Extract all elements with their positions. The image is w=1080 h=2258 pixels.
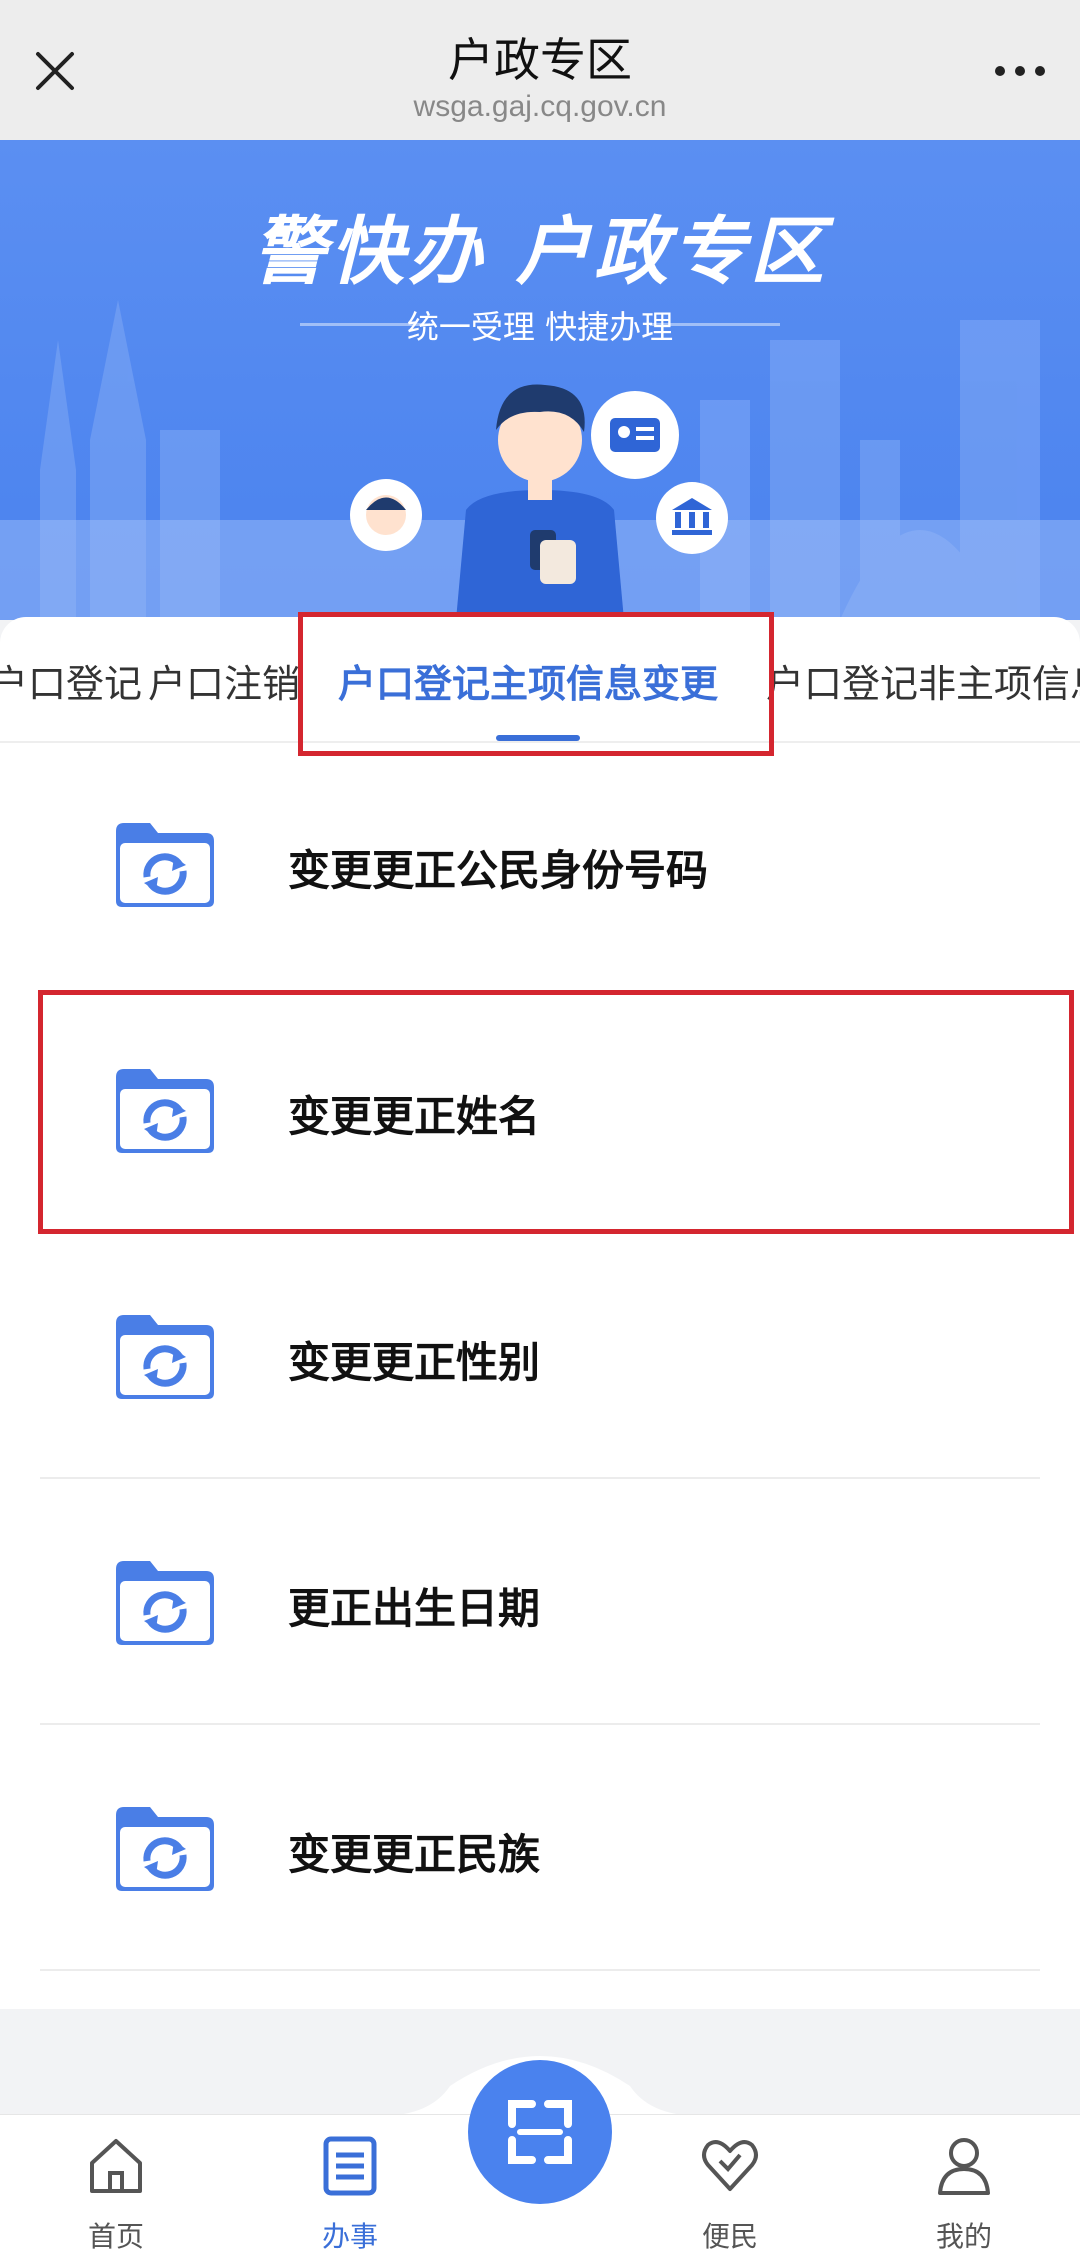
highlight-box-item [38, 990, 1074, 1234]
tab-hukou-register[interactable]: 户口登记 [0, 653, 142, 708]
heart-icon [702, 2140, 758, 2191]
list-item[interactable]: 更正出生日期 [0, 1479, 1080, 1725]
content-sheet: 户口登记 户口注销 户口登记主项信息变更 户口登记非主项信息 变更更正公民身份号… [0, 617, 1080, 2009]
list-item[interactable]: 变更更正性别 [0, 1233, 1080, 1479]
document-icon [323, 2136, 377, 2196]
more-icon[interactable] [990, 56, 1050, 86]
list-item[interactable]: 变更更正民族 [0, 1725, 1080, 1971]
tab-label: 首页 [87, 2220, 144, 2253]
list-item-label: 变更更正公民身份号码 [288, 846, 709, 895]
user-icon [938, 2138, 990, 2195]
tab-hukou-cancel[interactable]: 户口注销 [148, 653, 300, 708]
page-title: 户政专区 [448, 33, 632, 87]
page-url: wsga.gaj.cq.gov.cn [413, 90, 667, 123]
banner-subtitle: 统一受理 快捷办理 [406, 308, 674, 346]
tab-home[interactable]: 首页 [16, 2115, 216, 2258]
list-item-label: 变更更正民族 [288, 1830, 541, 1879]
bank-bubble-icon [656, 482, 728, 554]
tab-mine[interactable]: 我的 [864, 2115, 1064, 2258]
banner: 警快办 户政专区 统一受理 快捷办理 [0, 140, 1080, 620]
divider [40, 1969, 1040, 1971]
id-card-bubble-icon [591, 391, 679, 479]
list-item-label: 变更更正性别 [288, 1338, 541, 1387]
tab-convenience[interactable]: 便民 [630, 2115, 830, 2258]
list-item-label: 更正出生日期 [288, 1584, 541, 1633]
folder-refresh-icon [116, 1561, 214, 1645]
tab-label: 便民 [701, 2220, 758, 2253]
folder-refresh-icon [116, 1807, 214, 1891]
scan-button[interactable] [468, 2060, 612, 2204]
title-bar: 户政专区 wsga.gaj.cq.gov.cn [0, 0, 1080, 140]
face-bubble-icon [350, 479, 422, 551]
tab-label: 办事 [321, 2220, 378, 2253]
tab-non-main-info[interactable]: 户口登记非主项信息 [766, 653, 1080, 708]
tab-label: 我的 [935, 2220, 992, 2253]
banner-brand: 警快办 户政专区 [252, 209, 828, 295]
scan-icon [508, 2100, 572, 2164]
home-icon [90, 2139, 142, 2193]
folder-refresh-icon [116, 823, 214, 907]
tab-services[interactable]: 办事 [250, 2115, 450, 2258]
highlight-box-tab [298, 612, 774, 756]
folder-refresh-icon [116, 1315, 214, 1399]
list-item[interactable]: 变更更正公民身份号码 [0, 741, 1080, 987]
